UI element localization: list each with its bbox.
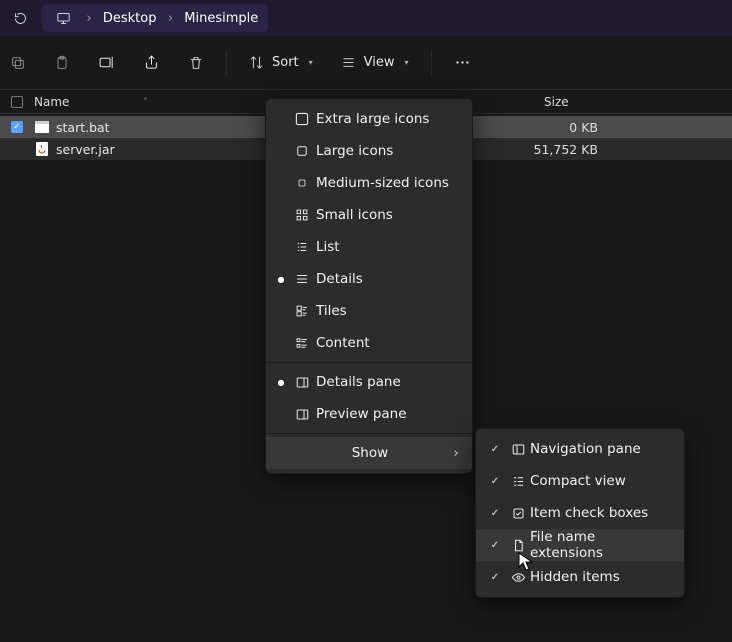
check-icon: ✓ — [484, 508, 506, 519]
check-icon: ✓ — [484, 444, 506, 455]
row-checkbox[interactable]: ✓ — [11, 121, 23, 133]
toolbar: Sort ▾ View ▾ — [0, 36, 732, 90]
view-list-icon — [341, 55, 356, 70]
view-menu: Extra large icons Large icons Medium-siz… — [265, 98, 473, 474]
menu-separator — [266, 433, 472, 434]
menu-list[interactable]: List — [266, 231, 472, 263]
chevron-right-icon: › — [85, 11, 93, 26]
jar-file-icon — [34, 141, 50, 157]
active-dot-icon: ● — [274, 275, 288, 284]
copy-button[interactable] — [10, 55, 26, 71]
trash-icon — [188, 55, 204, 71]
active-dot-icon: ● — [274, 378, 288, 387]
refresh-icon — [13, 11, 28, 26]
view-dropdown[interactable]: View ▾ — [341, 55, 409, 70]
tiles-icon — [288, 304, 316, 318]
file-icon — [506, 538, 530, 553]
submenu-hidden-items[interactable]: ✓ Hidden items — [476, 561, 684, 593]
paste-button[interactable] — [54, 55, 70, 71]
checkbox-icon — [506, 506, 530, 521]
menu-extra-large-icons[interactable]: Extra large icons — [266, 103, 472, 135]
share-icon — [143, 54, 160, 71]
chevron-right-icon: › — [166, 11, 174, 26]
monitor-icon — [56, 11, 71, 26]
submenu-item-check-boxes[interactable]: ✓ Item check boxes — [476, 497, 684, 529]
pane-left-icon — [506, 442, 530, 457]
menu-separator — [266, 362, 472, 363]
rename-button[interactable] — [98, 54, 115, 71]
content-icon — [288, 336, 316, 350]
show-submenu: ✓ Navigation pane ✓ Compact view ✓ Item … — [475, 428, 685, 598]
crumb-desktop[interactable]: Desktop — [103, 11, 157, 26]
menu-tiles[interactable]: Tiles — [266, 295, 472, 327]
divider — [226, 51, 227, 75]
copy-icon — [10, 55, 26, 71]
menu-small-icons[interactable]: Small icons — [266, 199, 472, 231]
file-size: 51,752 KB — [512, 142, 606, 157]
menu-show[interactable]: Show › — [266, 437, 472, 469]
menu-preview-pane[interactable]: Preview pane — [266, 398, 472, 430]
more-button[interactable] — [454, 54, 471, 71]
menu-large-icons[interactable]: Large icons — [266, 135, 472, 167]
check-icon: ✓ — [484, 572, 506, 583]
view-label: View — [364, 55, 395, 70]
sort-dropdown[interactable]: Sort ▾ — [249, 55, 313, 70]
submenu-compact-view[interactable]: ✓ Compact view — [476, 465, 684, 497]
clipboard-icon — [54, 55, 70, 71]
rename-icon — [98, 54, 115, 71]
divider — [431, 51, 432, 75]
crumb-folder[interactable]: Minesimple — [184, 11, 258, 26]
menu-details-pane[interactable]: ● Details pane — [266, 366, 472, 398]
square-icon — [288, 144, 316, 158]
file-name: start.bat — [56, 120, 110, 135]
pane-right-icon — [288, 375, 316, 390]
bat-file-icon — [34, 119, 50, 135]
eye-icon — [506, 570, 530, 585]
check-icon: ✓ — [484, 476, 506, 487]
more-icon — [454, 54, 471, 71]
sort-label: Sort — [272, 55, 299, 70]
menu-medium-icons[interactable]: Medium-sized icons — [266, 167, 472, 199]
chevron-down-icon: ▾ — [309, 58, 313, 67]
delete-button[interactable] — [188, 55, 204, 71]
sort-icon — [249, 55, 264, 70]
pane-right-icon — [288, 407, 316, 422]
check-icon: ✓ — [484, 540, 506, 551]
lines-icon — [288, 272, 316, 286]
menu-details[interactable]: ● Details — [266, 263, 472, 295]
file-name: server.jar — [56, 142, 115, 157]
column-size[interactable]: Size — [540, 95, 610, 109]
compact-icon — [506, 474, 530, 489]
grid-icon — [288, 208, 316, 222]
submenu-navigation-pane[interactable]: ✓ Navigation pane — [476, 433, 684, 465]
sort-indicator-icon: ˄ — [143, 97, 147, 106]
square-icon — [288, 177, 316, 189]
column-name[interactable]: Name — [34, 95, 69, 109]
submenu-file-name-extensions[interactable]: ✓ File name extensions — [476, 529, 684, 561]
chevron-right-icon: › — [452, 445, 460, 461]
chevron-down-icon: ▾ — [405, 58, 409, 67]
breadcrumb[interactable]: › Desktop › Minesimple — [42, 4, 268, 32]
file-size: 0 KB — [512, 120, 606, 135]
refresh-button[interactable] — [6, 4, 34, 32]
square-icon — [288, 111, 316, 127]
select-all-checkbox[interactable] — [0, 96, 34, 108]
menu-content[interactable]: Content — [266, 327, 472, 359]
address-bar: › Desktop › Minesimple — [0, 0, 732, 36]
list-icon — [288, 240, 316, 254]
share-button[interactable] — [143, 54, 160, 71]
